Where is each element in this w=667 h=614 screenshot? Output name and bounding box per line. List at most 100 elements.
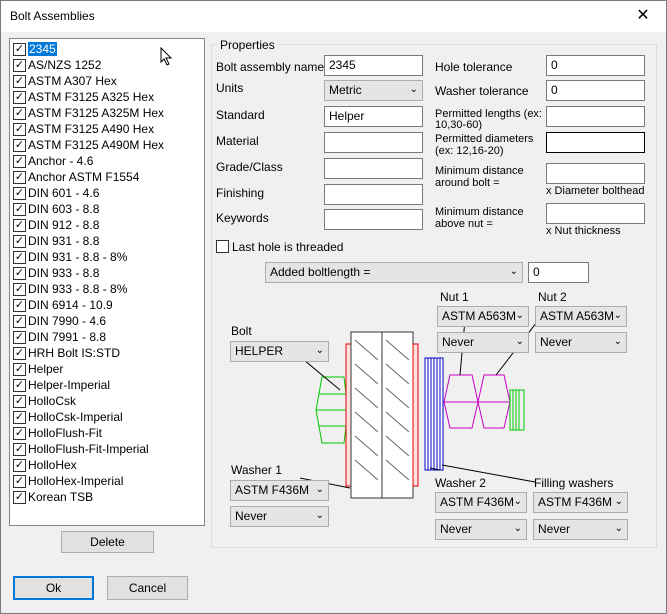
list-item-checkbox[interactable]: ✓ [13, 267, 26, 280]
list-item-checkbox[interactable]: ✓ [13, 251, 26, 264]
list-item-checkbox[interactable]: ✓ [13, 427, 26, 440]
list-item-checkbox[interactable]: ✓ [13, 299, 26, 312]
list-item[interactable]: ✓ HolloFlush-Fit-Imperial [12, 441, 202, 457]
washer-2-icon [412, 343, 419, 487]
washer-2-dropdown[interactable]: ASTM F436M ⌄ [435, 492, 527, 513]
list-item-checkbox[interactable]: ✓ [13, 347, 26, 360]
list-item-checkbox[interactable]: ✓ [13, 155, 26, 168]
standard-field[interactable]: Helper [324, 106, 423, 127]
list-item-checkbox[interactable]: ✓ [13, 475, 26, 488]
list-item-checkbox[interactable]: ✓ [13, 59, 26, 72]
washer-1-dropdown[interactable]: ASTM F436M ⌄ [230, 480, 329, 501]
list-item[interactable]: ✓ ASTM F3125 A325 Hex [12, 89, 202, 105]
list-item-checkbox[interactable]: ✓ [13, 491, 26, 504]
list-item-checkbox[interactable]: ✓ [13, 235, 26, 248]
finishing-field[interactable] [324, 184, 423, 205]
list-item-label: HolloCsk-Imperial [28, 410, 123, 424]
list-item-checkbox[interactable]: ✓ [13, 107, 26, 120]
keywords-field[interactable] [324, 209, 423, 230]
list-item[interactable]: ✓ HolloHex-Imperial [12, 473, 202, 489]
nut-1-option-dropdown[interactable]: Never ⌄ [437, 332, 529, 353]
min-distance-nut-field[interactable] [546, 203, 645, 224]
min-distance-nut-label-2: above nut = [435, 218, 493, 230]
list-item-checkbox[interactable]: ✓ [13, 123, 26, 136]
list-item[interactable]: ✓ ASTM F3125 A490M Hex [12, 137, 202, 153]
chevron-down-icon: ⌄ [315, 484, 324, 495]
list-item[interactable]: ✓ DIN 933 - 8.8 [12, 265, 202, 281]
list-item[interactable]: ✓ HolloFlush-Fit [12, 425, 202, 441]
delete-button[interactable]: Delete [61, 531, 154, 553]
list-item[interactable]: ✓ HolloCsk [12, 393, 202, 409]
list-item-checkbox[interactable]: ✓ [13, 219, 26, 232]
list-item-checkbox[interactable]: ✓ [13, 203, 26, 216]
list-item[interactable]: ✓ DIN 7991 - 8.8 [12, 329, 202, 345]
close-icon[interactable]: ✕ [620, 1, 666, 32]
filling-washers-dropdown[interactable]: ASTM F436M ⌄ [533, 492, 628, 513]
list-item[interactable]: ✓ ASTM F3125 A490 Hex [12, 121, 202, 137]
list-item-label: HRH Bolt IS:STD [28, 346, 121, 360]
list-item-checkbox[interactable]: ✓ [13, 395, 26, 408]
list-item[interactable]: ✓ DIN 601 - 4.6 [12, 185, 202, 201]
washer-1-value: ASTM F436M [235, 483, 310, 497]
list-item-checkbox[interactable]: ✓ [13, 411, 26, 424]
grade-class-field[interactable] [324, 158, 423, 179]
cancel-button[interactable]: Cancel [107, 576, 188, 600]
last-hole-threaded-checkbox[interactable] [216, 240, 229, 253]
list-item[interactable]: ✓ DIN 6914 - 10.9 [12, 297, 202, 313]
list-item[interactable]: ✓ HolloHex [12, 457, 202, 473]
nut-2-option-dropdown[interactable]: Never ⌄ [535, 332, 627, 353]
permitted-lengths-field[interactable] [546, 106, 645, 127]
list-item-checkbox[interactable]: ✓ [13, 331, 26, 344]
min-distance-nut-unit: x Nut thickness [546, 225, 621, 237]
list-item[interactable]: ✓ DIN 931 - 8.8 [12, 233, 202, 249]
nut-2-dropdown[interactable]: ASTM A563M ⌄ [535, 306, 627, 327]
list-item-checkbox[interactable]: ✓ [13, 75, 26, 88]
list-item[interactable]: ✓ DIN 933 - 8.8 - 8% [12, 281, 202, 297]
list-item-checkbox[interactable]: ✓ [13, 283, 26, 296]
hole-tolerance-field[interactable]: 0 [546, 55, 645, 76]
filling-washers-option-dropdown[interactable]: Never ⌄ [533, 519, 628, 540]
washer-1-option-dropdown[interactable]: Never ⌄ [230, 506, 329, 527]
bolt-head-icon [315, 376, 349, 444]
material-field[interactable] [324, 132, 423, 153]
ok-button[interactable]: Ok [13, 576, 94, 600]
added-boltlength-dropdown[interactable]: Added boltlength = ⌄ [265, 262, 523, 283]
chevron-down-icon: ⌄ [515, 336, 524, 347]
list-item[interactable]: ✓ Anchor - 4.6 [12, 153, 202, 169]
washer-tolerance-field[interactable]: 0 [546, 80, 645, 101]
bolt-assembly-name-field[interactable]: 2345 [324, 55, 423, 76]
list-item[interactable]: ✓ DIN 7990 - 4.6 [12, 313, 202, 329]
list-item[interactable]: ✓ DIN 912 - 8.8 [12, 217, 202, 233]
added-boltlength-field[interactable]: 0 [528, 262, 589, 283]
list-item-label: AS/NZS 1252 [28, 58, 102, 72]
units-dropdown[interactable]: Metric ⌄ [324, 80, 423, 101]
list-item-checkbox[interactable]: ✓ [13, 459, 26, 472]
keywords-label: Keywords [216, 211, 269, 225]
list-item[interactable]: ✓ HolloCsk-Imperial [12, 409, 202, 425]
list-item-checkbox[interactable]: ✓ [13, 315, 26, 328]
permitted-diameters-field[interactable] [546, 132, 645, 153]
list-item[interactable]: ✓ DIN 603 - 8.8 [12, 201, 202, 217]
list-item-checkbox[interactable]: ✓ [13, 363, 26, 376]
list-item-checkbox[interactable]: ✓ [13, 91, 26, 104]
list-item-checkbox[interactable]: ✓ [13, 43, 26, 56]
list-item[interactable]: ✓ ASTM A307 Hex [12, 73, 202, 89]
bolt-assembly-list[interactable]: ✓ 2345 ✓ AS/NZS 1252 ✓ ASTM A307 Hex ✓ ASTM F31… [9, 38, 205, 526]
list-item-checkbox[interactable]: ✓ [13, 171, 26, 184]
list-item-checkbox[interactable]: ✓ [13, 187, 26, 200]
washer-2-option-dropdown[interactable]: Never ⌄ [435, 519, 527, 540]
window-title: Bolt Assemblies [10, 9, 95, 23]
nut-1-dropdown[interactable]: ASTM A563M ⌄ [437, 306, 529, 327]
list-item-checkbox[interactable]: ✓ [13, 379, 26, 392]
list-item[interactable]: ✓ DIN 931 - 8.8 - 8% [12, 249, 202, 265]
list-item-checkbox[interactable]: ✓ [13, 139, 26, 152]
min-distance-bolt-field[interactable] [546, 163, 645, 184]
list-item[interactable]: ✓ ASTM F3125 A325M Hex [12, 105, 202, 121]
list-item[interactable]: ✓ Korean TSB [12, 489, 202, 505]
list-item[interactable]: ✓ Helper [12, 361, 202, 377]
bolt-dropdown[interactable]: HELPER ⌄ [230, 341, 329, 362]
list-item[interactable]: ✓ Helper-Imperial [12, 377, 202, 393]
list-item[interactable]: ✓ Anchor ASTM F1554 [12, 169, 202, 185]
list-item-checkbox[interactable]: ✓ [13, 443, 26, 456]
list-item[interactable]: ✓ HRH Bolt IS:STD [12, 345, 202, 361]
